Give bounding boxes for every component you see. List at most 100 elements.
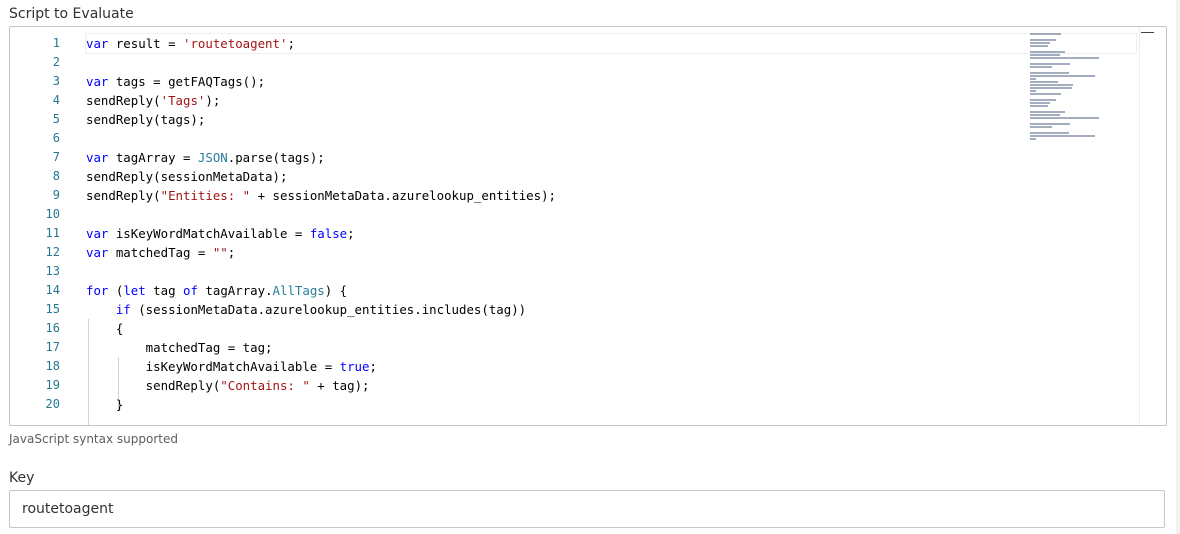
code-token: } <box>86 397 124 412</box>
minimap-line <box>1030 42 1050 44</box>
code-line[interactable] <box>86 262 1136 281</box>
minimap-line <box>1030 99 1057 101</box>
code-line[interactable]: var tags = getFAQTags(); <box>86 72 1136 91</box>
code-line[interactable] <box>86 129 1136 148</box>
code-line[interactable]: { <box>86 319 1136 338</box>
key-input[interactable] <box>9 490 1165 528</box>
minimap-line <box>1030 138 1036 140</box>
code-token: sendReply( <box>86 188 161 203</box>
minimap-line <box>1030 117 1100 119</box>
code-token: .parse(tags); <box>227 150 325 165</box>
code-token: var <box>86 245 109 260</box>
code-token: 'routetoagent' <box>183 36 288 51</box>
line-number: 11 <box>45 226 60 240</box>
minimap-line <box>1030 75 1095 77</box>
code-line[interactable]: sendReply("Entities: " + sessionMetaData… <box>86 186 1136 205</box>
line-number: 16 <box>45 321 60 335</box>
code-line[interactable]: sendReply("Contains: " + tag); <box>86 376 1136 395</box>
code-line[interactable]: var isKeyWordMatchAvailable = false; <box>86 224 1136 243</box>
code-line[interactable]: isKeyWordMatchAvailable = true; <box>86 357 1136 376</box>
code-token: tagArray = <box>108 150 198 165</box>
code-token: sendReply( <box>86 378 221 393</box>
code-area[interactable]: var result = 'routetoagent'; var tags = … <box>85 33 1137 414</box>
minimap-line <box>1030 102 1050 104</box>
code-token: tags = getFAQTags(); <box>108 74 266 89</box>
code-token: of <box>183 283 198 298</box>
code-token: let <box>123 283 146 298</box>
code-line[interactable] <box>86 53 1136 72</box>
minimap-line <box>1030 135 1095 137</box>
code-line[interactable]: var result = 'routetoagent'; <box>85 33 1137 54</box>
minimap-line <box>1030 45 1048 47</box>
code-token: true <box>339 359 370 374</box>
line-number: 4 <box>52 93 60 107</box>
minimap-line <box>1030 114 1060 116</box>
editor-scrollbar[interactable] <box>1139 27 1166 425</box>
minimap-line <box>1030 66 1052 68</box>
minimap-line <box>1030 57 1100 59</box>
code-line[interactable]: for (let tag of tagArray.AllTags) { <box>86 281 1136 300</box>
code-token: isKeyWordMatchAvailable = <box>108 226 310 241</box>
code-token: if <box>115 302 131 317</box>
code-token: var <box>86 74 109 89</box>
line-number: 20 <box>45 397 60 411</box>
line-number: 9 <box>52 188 60 202</box>
line-number: 19 <box>45 378 60 392</box>
code-token: AllTags <box>272 283 325 298</box>
code-token: tagArray. <box>197 283 273 298</box>
code-token: var <box>86 150 109 165</box>
minimap-line <box>1030 87 1072 89</box>
code-token: ) { <box>324 283 348 298</box>
script-field-label: Script to Evaluate <box>9 6 134 22</box>
code-token: result = <box>108 36 183 51</box>
script-code-editor[interactable]: 1 2 3 4 5 6 7 8 9 10 11 12 13 14 15 16 17 18 19 20 var resu… <box>9 26 1167 426</box>
minimap-line <box>1030 63 1070 65</box>
minimap-line <box>1030 126 1052 128</box>
minimap-line <box>1030 123 1070 125</box>
code-token: "Entities: " <box>160 188 251 203</box>
code-token: matchedTag = <box>108 245 213 260</box>
code-token: sendReply( <box>86 93 161 108</box>
code-line[interactable]: } <box>86 395 1136 414</box>
code-token: ( <box>108 283 124 298</box>
line-number: 17 <box>45 340 60 354</box>
line-number: 18 <box>45 359 60 373</box>
line-number: 3 <box>52 74 60 88</box>
line-number: 2 <box>52 55 60 69</box>
page-scrollbar[interactable] <box>1176 0 1180 534</box>
code-token: isKeyWordMatchAvailable = <box>86 359 340 374</box>
code-line[interactable]: sendReply(tags); <box>86 110 1136 129</box>
code-token: tag <box>145 283 184 298</box>
code-token: JSON <box>197 150 228 165</box>
code-token: "" <box>212 245 228 260</box>
minimap-line <box>1030 111 1066 113</box>
code-token: var <box>86 226 109 241</box>
line-number: 13 <box>45 264 60 278</box>
code-line[interactable]: var tagArray = JSON.parse(tags); <box>86 148 1136 167</box>
minimap-line <box>1030 90 1036 92</box>
code-token: ; <box>347 226 355 241</box>
code-line[interactable]: var matchedTag = ""; <box>86 243 1136 262</box>
minimap-line <box>1030 72 1069 74</box>
script-syntax-hint: JavaScript syntax supported <box>9 432 178 446</box>
code-line[interactable]: matchedTag = tag; <box>86 338 1136 357</box>
minimap-line <box>1030 51 1066 53</box>
code-token: sendReply(tags); <box>86 112 206 127</box>
code-token: for <box>86 283 109 298</box>
line-number: 5 <box>52 112 60 126</box>
code-token: matchedTag = tag; <box>86 340 273 355</box>
code-token: sendReply(sessionMetaData); <box>86 169 288 184</box>
code-token: var <box>86 36 109 51</box>
code-token: ; <box>227 245 236 260</box>
line-number: 15 <box>45 302 60 316</box>
minimap-line <box>1030 93 1061 95</box>
code-line[interactable]: if (sessionMetaData.azurelookup_entities… <box>86 300 1136 319</box>
code-line[interactable]: sendReply('Tags'); <box>86 91 1136 110</box>
line-number: 14 <box>45 283 60 297</box>
line-number: 6 <box>52 131 60 145</box>
code-line[interactable] <box>86 205 1136 224</box>
minimap-line <box>1030 84 1073 86</box>
code-line[interactable]: sendReply(sessionMetaData); <box>86 167 1136 186</box>
code-minimap[interactable] <box>1030 33 1140 143</box>
